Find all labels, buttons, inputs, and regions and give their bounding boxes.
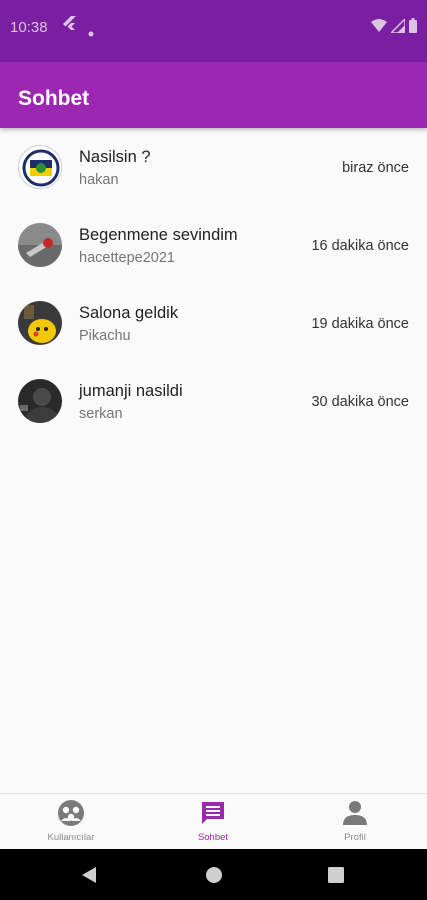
home-icon[interactable] [205, 866, 223, 889]
nav-item-profile[interactable]: Profil [284, 794, 426, 850]
flutter-icon [62, 16, 76, 37]
nav-label: Kullanıcılar [47, 832, 95, 843]
signal-icon [389, 16, 406, 38]
chat-time: 16 dakika önce [311, 238, 409, 254]
avatar-photo [18, 223, 62, 267]
avatar-pikachu-photo [18, 301, 62, 345]
chat-list: Nasilsin ? hakan biraz önce Begenmene se… [0, 128, 427, 440]
chat-time: 19 dakika önce [311, 316, 409, 332]
nav-label: Sohbet [197, 832, 229, 843]
chat-username: Pikachu [79, 328, 131, 344]
chat-title: jumanji nasildi [79, 382, 183, 400]
chat-list-item[interactable]: jumanji nasildi serkan 30 dakika önce [0, 362, 427, 440]
recents-icon[interactable] [328, 867, 344, 888]
bottom-navigation: Kullanıcılar Sohbet Profil [0, 793, 427, 849]
chat-title: Begenmene sevindim [79, 226, 238, 244]
chat-username: hakan [79, 172, 119, 188]
chat-list-item[interactable]: Begenmene sevindim hacettepe2021 16 daki… [0, 206, 427, 284]
avatar-fenerbahce-logo [18, 145, 62, 189]
chat-time: 30 dakika önce [311, 394, 409, 410]
chat-list-item[interactable]: Salona geldik Pikachu 19 dakika önce [0, 284, 427, 362]
app-bar: Sohbet [0, 62, 427, 128]
back-icon[interactable] [81, 866, 97, 889]
wifi-icon [371, 18, 387, 38]
chat-list-item[interactable]: Nasilsin ? hakan biraz önce [0, 128, 427, 206]
page-title: Sohbet [18, 87, 90, 110]
chat-time: biraz önce [342, 160, 409, 176]
avatar-dark-photo [18, 379, 62, 423]
nav-item-users[interactable]: Kullanıcılar [0, 794, 142, 850]
chat-title: Nasilsin ? [79, 148, 151, 166]
chat-username: hacettepe2021 [79, 250, 175, 266]
chat-icon [199, 799, 227, 827]
status-bar: 10:38 [0, 0, 427, 62]
chat-username: serkan [79, 406, 123, 422]
system-navigation-bar [0, 849, 427, 900]
person-icon [341, 799, 369, 827]
nav-item-chat[interactable]: Sohbet [142, 794, 284, 850]
status-icons [371, 16, 417, 38]
chat-title: Salona geldik [79, 304, 179, 322]
notification-dot-icon [88, 24, 94, 42]
status-time: 10:38 [10, 19, 48, 36]
screen: 10:38 Sohbet Nasilsin ? hakan biraz önce… [0, 0, 427, 900]
users-icon [57, 799, 85, 827]
battery-icon [409, 18, 417, 38]
nav-label: Profil [344, 832, 366, 843]
